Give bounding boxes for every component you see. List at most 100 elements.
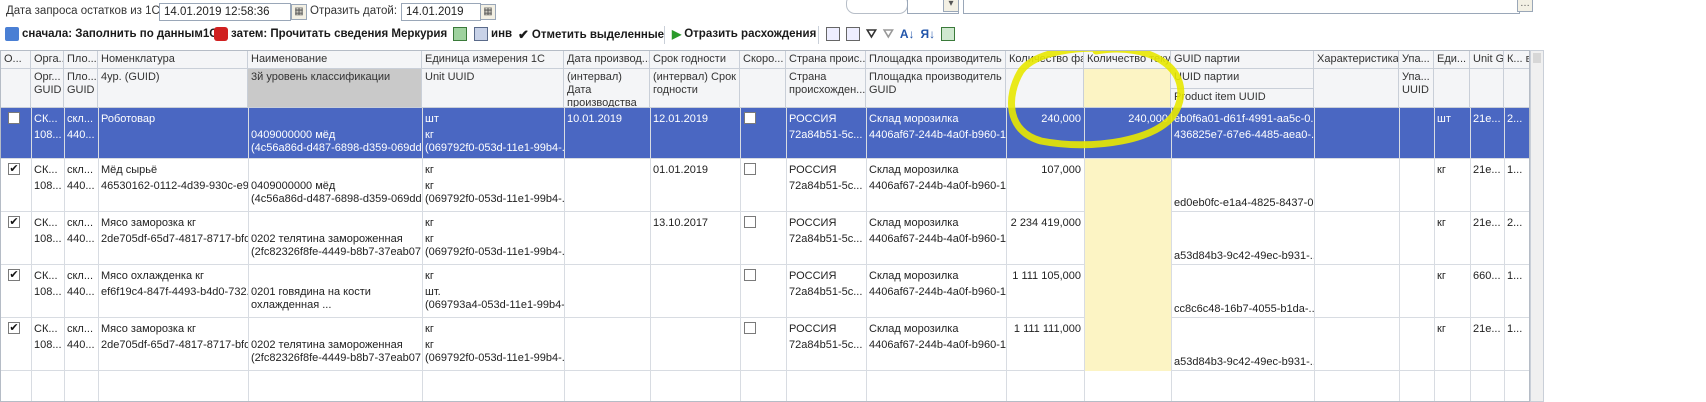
nomenclature-guid-cell: 2de705df-65d7-4817-8717-bfd... <box>101 339 248 351</box>
org-cell: СК... <box>34 217 58 229</box>
column-subheader[interactable] <box>1 69 31 108</box>
filter-clear-icon[interactable]: ⛛ <box>883 26 894 42</box>
nomenclature-guid-cell: 2de705df-65d7-4817-8717-bfd... <box>101 233 248 245</box>
highlight-cell <box>1084 212 1171 265</box>
column-header[interactable]: О... <box>1 51 31 69</box>
row-checkbox[interactable] <box>8 112 20 124</box>
filter-edit-icon[interactable] <box>846 27 860 41</box>
site-cell: скл... <box>67 164 94 176</box>
chevron-down-icon[interactable]: ▾ <box>943 0 959 12</box>
unit-uuid-cell: (069793a4-053d-11e1-99b4-... <box>425 299 564 311</box>
site-cell: скл... <box>67 270 94 282</box>
reflect-date-input[interactable]: 14.01.2019 <box>401 3 481 21</box>
filter-icon[interactable]: ⛛ <box>866 26 877 42</box>
column-header[interactable]: Дата производ... <box>564 51 650 69</box>
column-divider <box>1314 108 1315 401</box>
filter-input[interactable] <box>963 0 1520 14</box>
org-cell: СК... <box>34 113 58 125</box>
fill-from-1c-button[interactable]: сначала: Заполнить по данным1С <box>5 27 218 41</box>
column-subheader[interactable]: 3й уровень классификации <box>248 69 422 108</box>
column-header[interactable]: Номенклатура <box>98 51 248 69</box>
column-header[interactable]: Наименование <box>248 51 422 69</box>
column-header[interactable]: Пло... <box>64 51 98 69</box>
column-divider <box>740 108 741 401</box>
producer-site-cell: Склад морозилка <box>869 270 959 282</box>
column-divider <box>422 108 423 401</box>
column-subheader[interactable] <box>1504 69 1529 108</box>
org-guid-cell: 108... <box>34 339 62 351</box>
column-header[interactable]: Упа... <box>1399 51 1434 69</box>
vertical-scrollbar[interactable] <box>1530 50 1544 402</box>
column-subheader[interactable]: 4ур. (GUID) <box>98 69 248 108</box>
classification-guid-cell: (4c56a86d-d487-6898-d359-069ddc... <box>251 142 422 154</box>
expiry-date-cell: 01.01.2019 <box>653 164 709 176</box>
producer-site-guid-cell: 4406af67-244b-4a0f-b960-1... <box>869 180 1006 192</box>
column-header[interactable]: Скоро... <box>740 51 786 69</box>
column-header[interactable]: Срок годности <box>650 51 740 69</box>
column-subheader[interactable] <box>1470 69 1504 108</box>
calendar-icon[interactable]: ▦ <box>291 4 307 20</box>
column-header[interactable]: Орга... <box>31 51 64 69</box>
fast-checkbox[interactable] <box>744 269 756 281</box>
sort-asc-icon[interactable]: A↓ <box>900 27 915 41</box>
column-header[interactable]: Характеристика номенклатуры <box>1314 51 1399 69</box>
site-cell: скл... <box>67 323 94 335</box>
column-subheader[interactable] <box>1434 69 1470 108</box>
site-guid-cell: 440... <box>67 180 95 192</box>
column-header[interactable]: Единица измерения 1С <box>422 51 564 69</box>
producer-site-cell: Склад морозилка <box>869 323 959 335</box>
row-checkbox[interactable]: ✔ <box>8 163 20 175</box>
play-icon: ▶ <box>672 27 682 41</box>
nomenclature-cell: Мясо охлажденка кг <box>101 270 204 282</box>
column-subheader[interactable]: (интервал) Срок годности <box>650 69 740 108</box>
column-divider <box>248 108 249 401</box>
column-divider <box>1504 108 1505 401</box>
inventory-icon <box>474 27 488 41</box>
column-header[interactable]: Страна проис... <box>786 51 866 69</box>
column-subheader[interactable]: Упа... UUID <box>1399 69 1434 108</box>
fast-checkbox[interactable] <box>744 112 756 124</box>
data-grid[interactable]: О...Орга...Пло...НоменклатураНаименовани… <box>0 50 1530 402</box>
row-checkbox[interactable]: ✔ <box>8 322 20 334</box>
unit-guid2-cell: 21е... <box>1473 323 1501 335</box>
sync-icon-button[interactable] <box>453 27 467 41</box>
find-icon[interactable] <box>826 27 840 41</box>
unit-guid2-cell: 21е... <box>1473 164 1501 176</box>
row-checkbox[interactable]: ✔ <box>8 216 20 228</box>
inventory-button[interactable]: инв <box>474 27 512 41</box>
column-header[interactable]: Площадка производитель <box>866 51 1006 69</box>
fast-checkbox[interactable] <box>744 322 756 334</box>
nomenclature-guid-cell: 46530162-0112-4d39-930c-e9... <box>101 180 248 192</box>
column-header[interactable]: Unit GUID <box>1470 51 1504 69</box>
reflect-differences-button[interactable]: ▶ Отразить расхождения <box>672 27 816 41</box>
calendar-icon[interactable]: ▦ <box>480 4 496 20</box>
more-button[interactable]: … <box>1517 0 1533 12</box>
radio-toggle[interactable] <box>846 0 908 14</box>
scroll-up-arrow[interactable] <box>1533 53 1541 63</box>
column-subheader[interactable]: Страна происхожден... <box>786 69 866 108</box>
site-guid-cell: 440... <box>67 129 95 141</box>
fast-checkbox[interactable] <box>744 163 756 175</box>
k-cell: 2... <box>1507 217 1523 229</box>
columns-icon[interactable] <box>941 27 956 41</box>
column-subheader[interactable]: Орг... GUID <box>31 69 64 108</box>
producer-site-cell: Склад морозилка <box>869 217 959 229</box>
column-header[interactable]: К... в д... <box>1504 51 1529 69</box>
column-subheader[interactable] <box>1314 69 1399 108</box>
date-request-input[interactable]: 14.01.2019 12:58:36 <box>159 3 291 21</box>
sort-desc-icon[interactable]: Я↓ <box>921 27 936 41</box>
read-mercury-button[interactable]: затем: Прочитать сведения Меркурия <box>214 27 447 41</box>
classification-guid-cell: (4c56a86d-d487-6898-d359-069ddc... <box>251 193 422 205</box>
mark-selected-button[interactable]: ✔ Отметить выделенные <box>518 27 664 43</box>
fast-checkbox[interactable] <box>744 216 756 228</box>
column-subheader[interactable] <box>740 69 786 108</box>
column-subheader[interactable]: Unit UUID <box>422 69 564 108</box>
column-subheader[interactable]: (интервал) Дата производства <box>564 69 650 108</box>
column-divider <box>1434 108 1435 401</box>
column-header[interactable]: Еди... изм... по... <box>1434 51 1470 69</box>
column-subheader[interactable]: Площадка производитель GUID <box>866 69 1006 108</box>
row-checkbox[interactable]: ✔ <box>8 269 20 281</box>
unit-cell: кг <box>425 270 434 282</box>
nomenclature-cell: Мёд сырьё <box>101 164 158 176</box>
column-subheader[interactable]: Пло... GUID <box>64 69 98 108</box>
